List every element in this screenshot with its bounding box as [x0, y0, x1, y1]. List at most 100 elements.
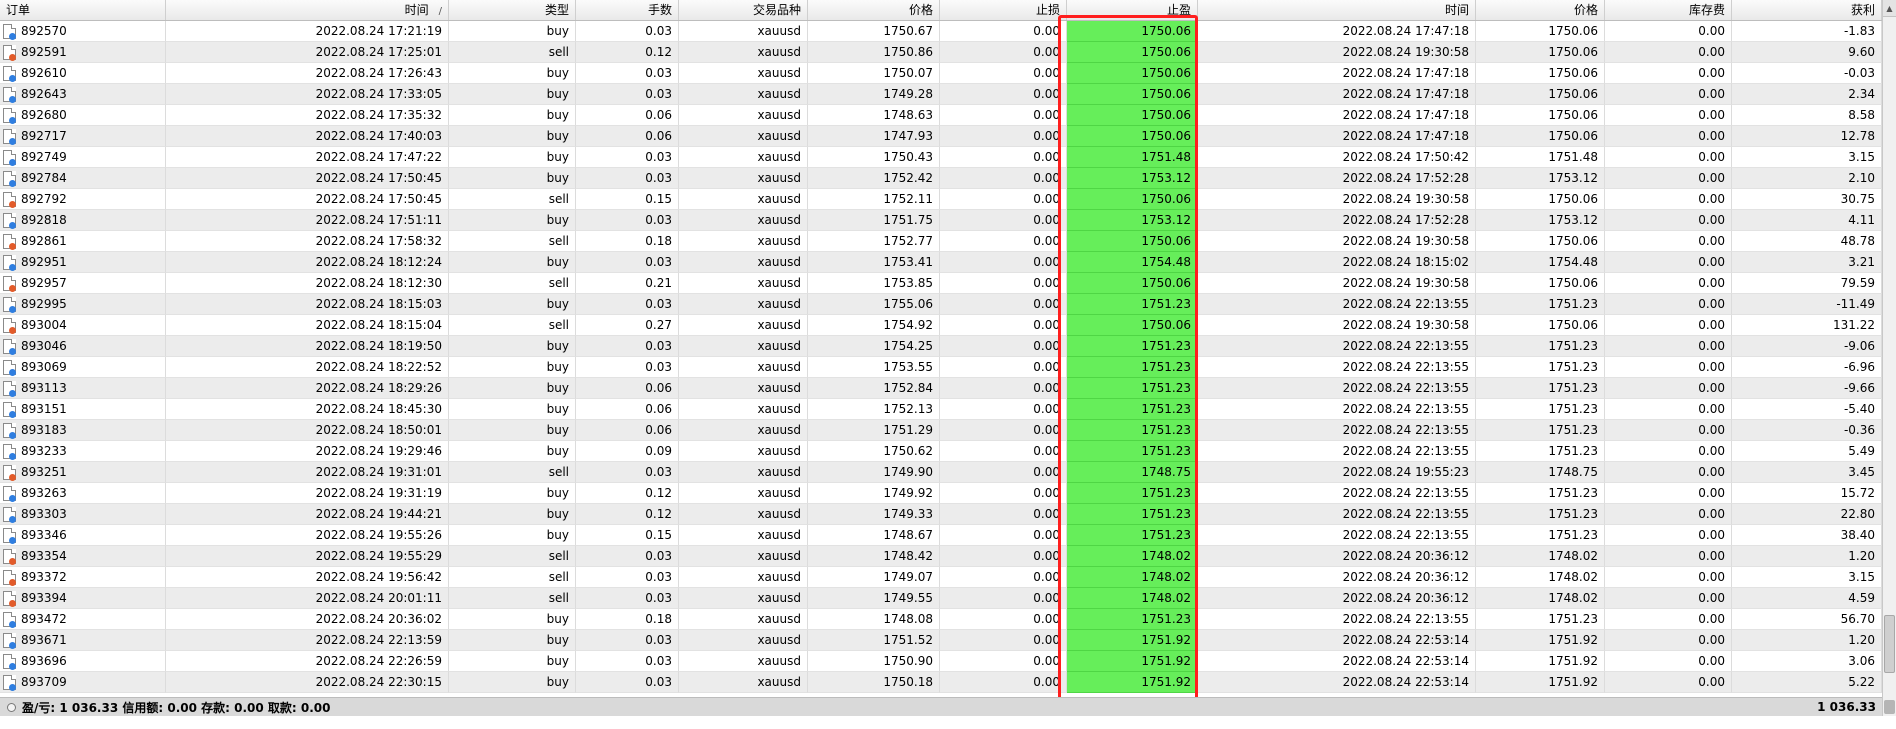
document-icon	[3, 569, 16, 586]
col-header-open-time[interactable]: 时间 /	[166, 0, 449, 20]
cell-swap: 0.00	[1605, 294, 1732, 315]
cell-order: 893671	[0, 630, 166, 651]
cell-type: buy	[449, 504, 576, 525]
buy-marker-icon	[9, 452, 16, 460]
table-row[interactable]: 892792 2022.08.24 17:50:45 sell 0.15 xauusd 1…	[0, 189, 1882, 210]
cell-close-time: 2022.08.24 22:13:55	[1198, 399, 1476, 420]
cell-profit: 15.72	[1732, 483, 1882, 504]
document-icon	[3, 275, 16, 292]
col-header-symbol[interactable]: 交易品种	[679, 0, 808, 20]
cell-symbol: xauusd	[679, 84, 808, 105]
cell-take-profit: 1751.23	[1067, 609, 1198, 630]
table-row[interactable]: 893233 2022.08.24 19:29:46 buy 0.09 xauusd 17…	[0, 441, 1882, 462]
table-row[interactable]: 892784 2022.08.24 17:50:45 buy 0.03 xauusd 17…	[0, 168, 1882, 189]
col-header-lots[interactable]: 手数	[576, 0, 679, 20]
col-header-type[interactable]: 类型	[449, 0, 576, 20]
cell-type: buy	[449, 483, 576, 504]
table-row[interactable]: 893303 2022.08.24 19:44:21 buy 0.12 xauusd 17…	[0, 504, 1882, 525]
buy-marker-icon	[9, 137, 16, 145]
cell-type: sell	[449, 588, 576, 609]
table-row[interactable]: 893004 2022.08.24 18:15:04 sell 0.27 xauusd 1…	[0, 315, 1882, 336]
col-header-open-price[interactable]: 价格	[808, 0, 940, 20]
cell-stop-loss: 0.00	[940, 420, 1067, 441]
cell-take-profit: 1751.92	[1067, 630, 1198, 651]
table-row[interactable]: 893394 2022.08.24 20:01:11 sell 0.03 xauusd 1…	[0, 588, 1882, 609]
cell-swap: 0.00	[1605, 210, 1732, 231]
cell-take-profit: 1754.48	[1067, 252, 1198, 273]
table-row[interactable]: 892861 2022.08.24 17:58:32 sell 0.18 xauusd 1…	[0, 231, 1882, 252]
table-row[interactable]: 893251 2022.08.24 19:31:01 sell 0.03 xauusd 1…	[0, 462, 1882, 483]
cell-type: sell	[449, 42, 576, 63]
table-row[interactable]: 893183 2022.08.24 18:50:01 buy 0.06 xauusd 17…	[0, 420, 1882, 441]
cell-close-price: 1751.23	[1476, 420, 1605, 441]
table-row[interactable]: 892610 2022.08.24 17:26:43 buy 0.03 xauusd 17…	[0, 63, 1882, 84]
cell-type: buy	[449, 336, 576, 357]
document-icon	[3, 86, 16, 103]
cell-stop-loss: 0.00	[940, 63, 1067, 84]
cell-lots: 0.12	[576, 42, 679, 63]
col-header-close-time[interactable]: 时间	[1198, 0, 1476, 20]
col-header-stop-loss[interactable]: 止损	[940, 0, 1067, 20]
table-row[interactable]: 892951 2022.08.24 18:12:24 buy 0.03 xauusd 17…	[0, 252, 1882, 273]
col-header-order[interactable]: 订单	[0, 0, 166, 20]
buy-marker-icon	[9, 221, 16, 229]
col-header-swap[interactable]: 库存费	[1605, 0, 1732, 20]
table-row[interactable]: 892717 2022.08.24 17:40:03 buy 0.06 xauusd 17…	[0, 126, 1882, 147]
col-header-profit[interactable]: 获利	[1732, 0, 1882, 20]
col-header-close-price[interactable]: 价格	[1476, 0, 1605, 20]
cell-close-time: 2022.08.24 17:50:42	[1198, 147, 1476, 168]
scroll-thumb[interactable]	[1884, 615, 1895, 673]
table-row[interactable]: 893472 2022.08.24 20:36:02 buy 0.18 xauusd 17…	[0, 609, 1882, 630]
table-row[interactable]: 892749 2022.08.24 17:47:22 buy 0.03 xauusd 17…	[0, 147, 1882, 168]
cell-order: 893113	[0, 378, 166, 399]
table-row[interactable]: 892957 2022.08.24 18:12:30 sell 0.21 xauusd 1…	[0, 273, 1882, 294]
table-row[interactable]: 892995 2022.08.24 18:15:03 buy 0.03 xauusd 17…	[0, 294, 1882, 315]
table-row[interactable]: 893069 2022.08.24 18:22:52 buy 0.03 xauusd 17…	[0, 357, 1882, 378]
scroll-up-arrow-icon[interactable]: ▲	[1883, 0, 1896, 17]
table-row[interactable]: 893709 2022.08.24 22:30:15 buy 0.03 xauusd 17…	[0, 672, 1882, 693]
col-header-take-profit[interactable]: 止盈	[1067, 0, 1198, 20]
cell-symbol: xauusd	[679, 231, 808, 252]
table-row[interactable]: 892591 2022.08.24 17:25:01 sell 0.12 xauusd 1…	[0, 42, 1882, 63]
table-row[interactable]: 892570 2022.08.24 17:21:19 buy 0.03 xauusd 17…	[0, 21, 1882, 42]
table-row[interactable]: 893263 2022.08.24 19:31:19 buy 0.12 xauusd 17…	[0, 483, 1882, 504]
vertical-scrollbar[interactable]: ▲	[1882, 0, 1896, 716]
table-row[interactable]: 892643 2022.08.24 17:33:05 buy 0.03 xauusd 17…	[0, 84, 1882, 105]
table-row[interactable]: 893046 2022.08.24 18:19:50 buy 0.03 xauusd 17…	[0, 336, 1882, 357]
table-row[interactable]: 893671 2022.08.24 22:13:59 buy 0.03 xauusd 17…	[0, 630, 1882, 651]
resize-grip[interactable]	[1884, 700, 1895, 714]
cell-stop-loss: 0.00	[940, 315, 1067, 336]
table-row[interactable]: 892818 2022.08.24 17:51:11 buy 0.03 xauusd 17…	[0, 210, 1882, 231]
cell-swap: 0.00	[1605, 42, 1732, 63]
table-row[interactable]: 893354 2022.08.24 19:55:29 sell 0.03 xauusd 1…	[0, 546, 1882, 567]
cell-take-profit: 1751.23	[1067, 483, 1198, 504]
cell-open-price: 1754.92	[808, 315, 940, 336]
cell-profit: 3.15	[1732, 147, 1882, 168]
cell-open-price: 1750.86	[808, 42, 940, 63]
cell-type: buy	[449, 525, 576, 546]
cell-profit: -6.96	[1732, 357, 1882, 378]
sell-marker-icon	[9, 557, 16, 565]
cell-order: 892591	[0, 42, 166, 63]
cell-take-profit: 1750.06	[1067, 189, 1198, 210]
cell-swap: 0.00	[1605, 21, 1732, 42]
buy-marker-icon	[9, 389, 16, 397]
cell-type: buy	[449, 126, 576, 147]
table-row[interactable]: 893372 2022.08.24 19:56:42 sell 0.03 xauusd 1…	[0, 567, 1882, 588]
table-row[interactable]: 892680 2022.08.24 17:35:32 buy 0.06 xauusd 17…	[0, 105, 1882, 126]
buy-marker-icon	[9, 158, 16, 166]
cell-open-price: 1750.07	[808, 63, 940, 84]
cell-type: sell	[449, 546, 576, 567]
table-row[interactable]: 893151 2022.08.24 18:45:30 buy 0.06 xauusd 17…	[0, 399, 1882, 420]
cell-swap: 0.00	[1605, 252, 1732, 273]
table-row[interactable]: 893113 2022.08.24 18:29:26 buy 0.06 xauusd 17…	[0, 378, 1882, 399]
cell-open-price: 1748.67	[808, 525, 940, 546]
table-row[interactable]: 893696 2022.08.24 22:26:59 buy 0.03 xauusd 17…	[0, 651, 1882, 672]
cell-take-profit: 1748.02	[1067, 546, 1198, 567]
buy-marker-icon	[9, 662, 16, 670]
cell-close-price: 1751.92	[1476, 672, 1605, 693]
table-row[interactable]: 893346 2022.08.24 19:55:26 buy 0.15 xauusd 17…	[0, 525, 1882, 546]
cell-close-time: 2022.08.24 20:36:12	[1198, 546, 1476, 567]
cell-profit: 1.20	[1732, 630, 1882, 651]
cell-take-profit: 1750.06	[1067, 42, 1198, 63]
